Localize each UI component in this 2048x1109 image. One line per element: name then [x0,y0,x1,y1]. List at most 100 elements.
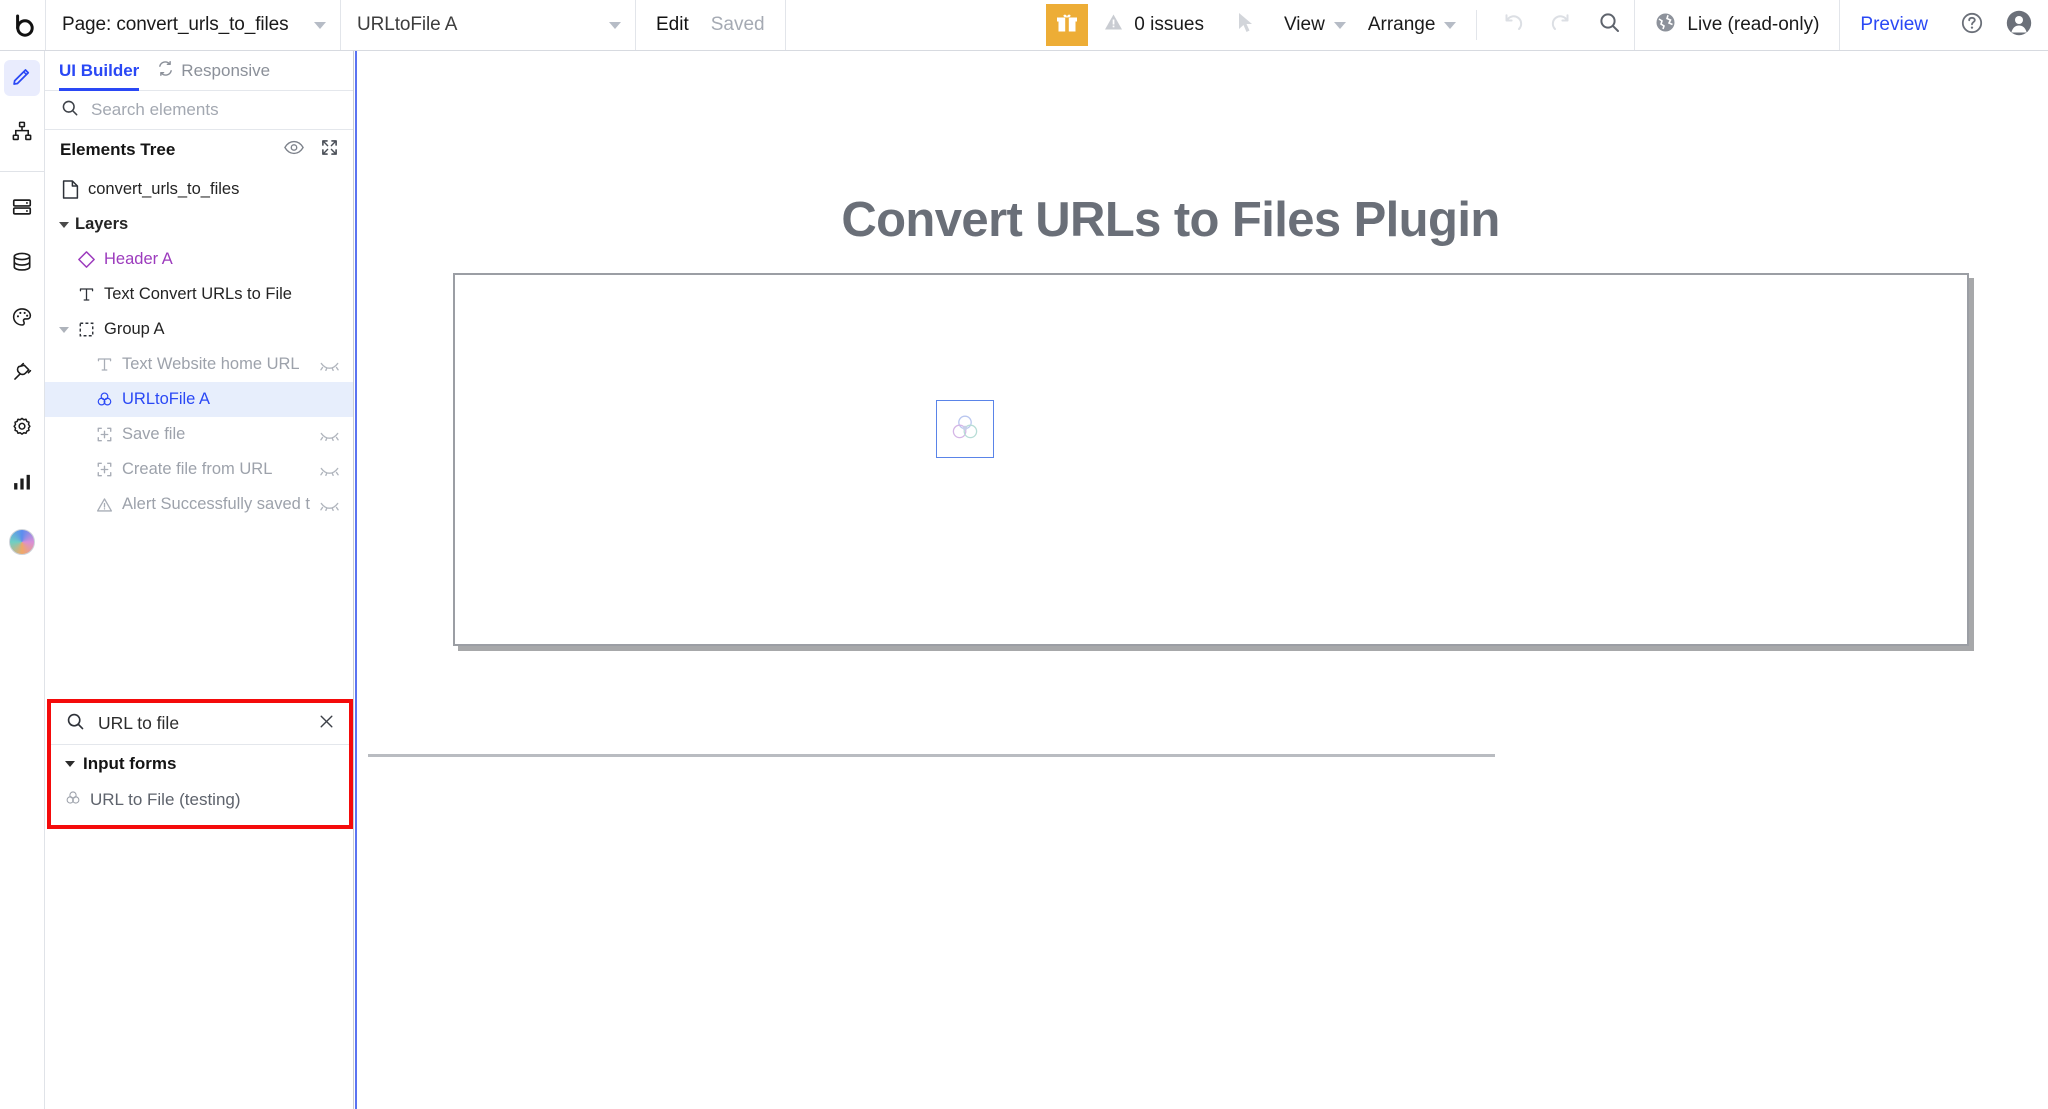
user-avatar-icon [9,529,35,555]
expand-arrows-icon[interactable] [321,139,338,161]
sidebar-item-design[interactable] [4,60,40,96]
issues-button[interactable]: 0 issues [1088,0,1222,50]
eye-icon[interactable] [284,140,304,160]
tree-row-save-file[interactable]: Save file [45,417,353,452]
tree-row-label: Text Convert URLs to File [104,285,292,303]
element-plus-icon [93,426,115,443]
user-account-button[interactable] [1996,0,2048,50]
bar-chart-icon [11,471,33,498]
arrange-menu-label: Arrange [1367,14,1436,35]
tree-row-alert-successfully-saved[interactable]: Alert Successfully saved t [45,487,353,522]
element-selector[interactable]: URLtoFile A [341,0,636,50]
sidebar-item-plugins[interactable] [4,356,40,392]
edit-mode-group: Edit Saved [636,0,786,50]
tab-ui-builder-label: UI Builder [59,60,140,80]
sitemap-icon [11,120,33,147]
canvas-footer-divider [368,754,1495,757]
tree-row-label: URLtoFile A [122,390,211,408]
user-avatar-icon [2006,10,2032,41]
tree-row-label: Header A [104,250,173,268]
elements-tree-header: Elements Tree [45,130,353,170]
reusable-diamond-icon [75,250,97,269]
gear-icon [11,416,33,443]
chevron-down-icon[interactable] [59,326,69,333]
palette-icon [11,306,33,333]
popup-group-input-forms[interactable]: Input forms [51,745,349,783]
view-menu-label: View [1283,14,1325,35]
popup-search-field[interactable]: URL to file [51,703,349,745]
chevron-down-icon [1444,21,1457,29]
sidebar-item-styles[interactable] [4,301,40,337]
plugin-circles-icon [65,790,81,811]
sidebar-item-settings[interactable] [4,411,40,447]
element-search-popup: URL to file Input forms URL to File (tes… [47,699,353,829]
page-file-icon [59,180,81,199]
bubble-logo[interactable] [0,0,46,50]
search-icon [1598,11,1621,39]
undo-button[interactable] [1489,0,1537,50]
globe-icon [1655,12,1676,39]
hidden-eye-icon[interactable] [320,359,339,371]
undo-icon [1502,12,1524,39]
bubble-logo-icon [10,12,36,38]
close-x-icon[interactable] [318,713,335,735]
sidebar-item-logs[interactable] [4,466,40,502]
gift-button[interactable] [1046,4,1089,46]
warning-triangle-icon [1104,13,1123,37]
search-elements-field[interactable]: Search elements [45,91,353,130]
panel-tabs: UI Builder Responsive [45,51,353,91]
tree-row-label: Save file [122,425,186,443]
tab-responsive[interactable]: Responsive [157,51,270,91]
preview-label: Preview [1860,14,1928,35]
text-t-icon [93,356,115,373]
view-menu[interactable]: View [1270,0,1354,50]
hidden-eye-icon[interactable] [320,464,339,476]
popup-search-value: URL to file [98,713,180,733]
chevron-down-icon [65,761,75,767]
redo-button[interactable] [1537,0,1585,50]
popup-result-url-to-file[interactable]: URL to File (testing) [51,783,349,817]
page-selector[interactable]: Page: convert_urls_to_files [46,0,341,50]
chevron-down-icon [314,21,326,29]
sidebar-item-database[interactable] [4,246,40,282]
tree-row-text-website-home-url[interactable]: Text Website home URL [45,347,353,382]
rail-user-avatar[interactable] [4,521,40,557]
tree-row-page[interactable]: convert_urls_to_files [45,172,353,207]
left-icon-rail [0,51,45,1109]
database-icon [11,251,33,278]
tab-responsive-label: Responsive [181,60,271,80]
question-circle-icon [1960,11,1984,40]
chevron-down-icon[interactable] [59,221,69,228]
canvas-urltofile-element[interactable] [936,400,994,458]
tree-row-group-a[interactable]: Group A [45,312,353,347]
sidebar-item-data-sources[interactable] [4,191,40,227]
tree-row-layers[interactable]: Layers [45,207,353,242]
help-button[interactable] [1948,0,1996,50]
cursor-tool-button[interactable] [1222,0,1270,50]
hidden-eye-icon[interactable] [320,429,339,441]
tree-row-label: Text Website home URL [122,355,300,373]
text-t-icon [75,286,97,303]
tree-row-header-a[interactable]: Header A [45,242,353,277]
issues-label: 0 issues [1134,14,1204,35]
chevron-down-icon [609,21,621,29]
sidebar-item-workflow[interactable] [4,115,40,151]
arrange-menu[interactable]: Arrange [1354,0,1465,50]
elements-panel: UI Builder Responsive Search elements El… [45,51,354,1109]
preview-button[interactable]: Preview [1839,0,1948,50]
group-dashed-icon [75,321,97,338]
hidden-eye-icon[interactable] [320,499,339,511]
design-canvas[interactable]: Convert URLs to Files Plugin [355,51,2048,1109]
tree-row-text-convert-urls[interactable]: Text Convert URLs to File [45,277,353,312]
tab-ui-builder[interactable]: UI Builder [59,51,140,91]
search-button[interactable] [1585,0,1634,50]
redo-icon [1550,12,1572,39]
live-version-selector[interactable]: Live (read-only) [1634,0,1839,50]
plugin-circles-icon [93,391,115,408]
canvas-group-a[interactable] [453,273,1969,646]
tree-row-create-file-from-url[interactable]: Create file from URL [45,452,353,487]
tree-row-urltofile-a[interactable]: URLtoFile A [45,382,353,417]
tree-row-label: Group A [104,320,165,338]
tree-row-label: Create file from URL [122,460,273,478]
edit-label[interactable]: Edit [656,14,689,36]
